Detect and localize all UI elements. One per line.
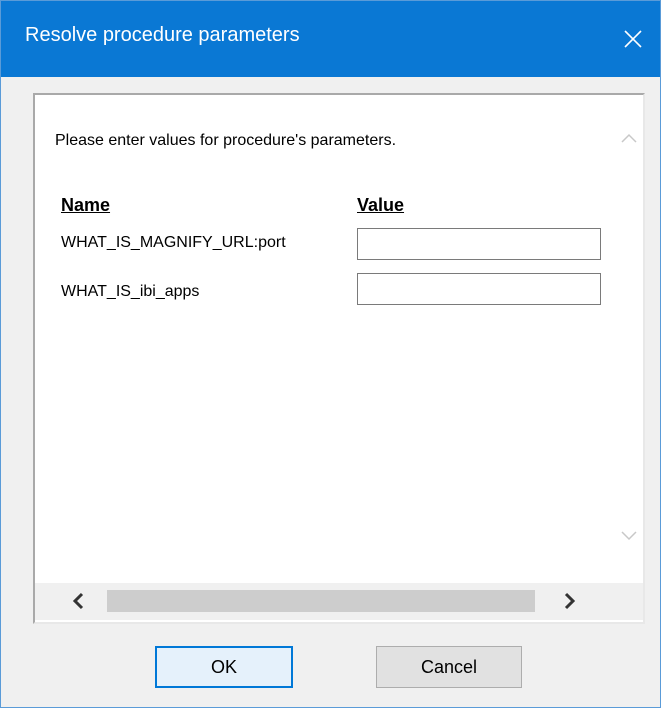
param-name-2: WHAT_IS_ibi_apps <box>61 283 200 300</box>
horizontal-scroll-thumb[interactable] <box>107 590 535 612</box>
intro-text: Please enter values for procedure's para… <box>55 132 397 149</box>
close-icon <box>624 30 642 48</box>
param-name-1: WHAT_IS_MAGNIFY_URL:port <box>61 234 286 251</box>
close-button[interactable] <box>606 1 660 77</box>
parameters-panel: Please enter values for procedure's para… <box>33 93 645 624</box>
scrollbar-corner <box>615 583 643 620</box>
dialog-window: Resolve procedure parameters Please ente… <box>0 0 661 708</box>
chevron-up-icon[interactable] <box>619 129 639 149</box>
chevron-left-icon[interactable] <box>69 591 89 611</box>
dialog-title: Resolve procedure parameters <box>25 24 300 46</box>
chevron-right-icon[interactable] <box>559 591 579 611</box>
parameters-content: Please enter values for procedure's para… <box>35 95 615 583</box>
title-bar[interactable]: Resolve procedure parameters <box>1 1 660 77</box>
name-column-header: Name <box>61 195 111 215</box>
ok-button[interactable]: OK <box>155 646 293 688</box>
param-value-field-2[interactable] <box>357 273 601 305</box>
chevron-down-icon[interactable] <box>619 525 639 545</box>
cancel-button[interactable]: Cancel <box>376 646 522 688</box>
param-value-field-1[interactable] <box>357 228 601 260</box>
horizontal-scrollbar[interactable] <box>35 583 615 620</box>
vertical-scrollbar[interactable] <box>615 95 643 583</box>
value-column-header: Value <box>357 195 405 215</box>
